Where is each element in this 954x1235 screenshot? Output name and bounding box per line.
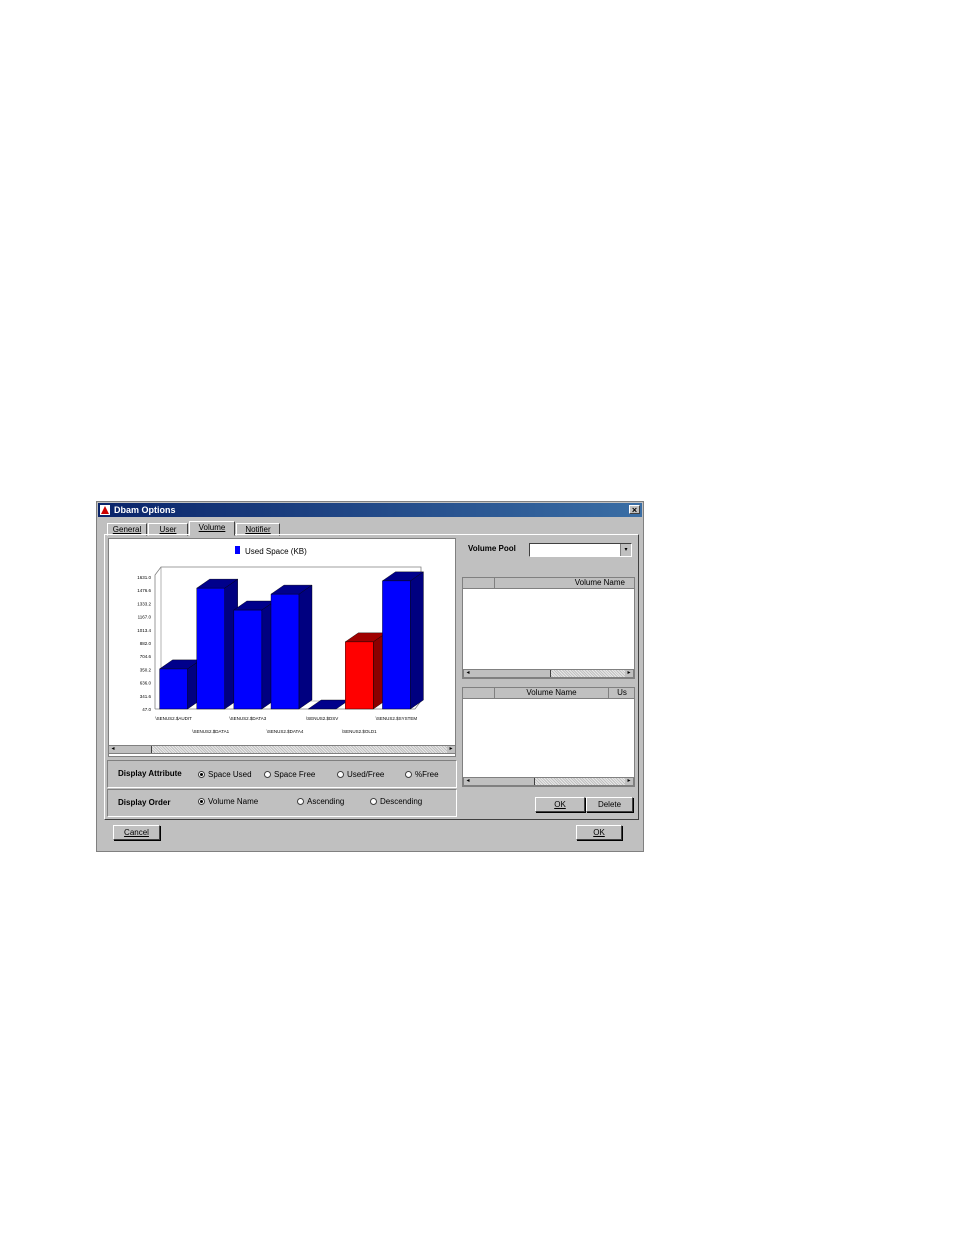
column-header-blank[interactable] (463, 688, 495, 698)
x-tick-label: \SENUS2.$DATA3 (229, 716, 266, 721)
volume-pool-value (530, 550, 532, 559)
volume-pool-select[interactable]: ▾ (529, 543, 632, 557)
ok-button[interactable]: OK (576, 825, 622, 840)
scroll-thumb[interactable] (472, 778, 535, 785)
x-tick-label: \SENUS2.$DATA4 (267, 729, 304, 734)
y-tick-label: 350.2 (140, 667, 152, 672)
legend-swatch (235, 546, 240, 554)
close-button[interactable]: × (629, 505, 640, 515)
list-header: Volume Name Us (463, 688, 634, 699)
display-order-label: Display Order (118, 798, 171, 807)
y-tick-label: 882.0 (140, 641, 152, 646)
chart-scrollbar[interactable]: ◂ ▸ (108, 745, 456, 754)
bar (345, 641, 374, 710)
bar (382, 580, 411, 710)
display-order-group: Display Order Volume Name Ascending Desc… (107, 789, 457, 817)
y-tick-label: 47.0 (142, 707, 151, 712)
bar (196, 587, 225, 710)
radio-space-free[interactable]: Space Free (264, 770, 315, 779)
x-tick-label: \SENUS2.$DATA1 (192, 729, 229, 734)
chevron-down-icon[interactable]: ▾ (620, 544, 631, 556)
list1-scrollbar[interactable]: ◂ ▸ (463, 669, 634, 678)
radio-percent-free[interactable]: %Free (405, 770, 439, 779)
x-tick-label: \SENUS2.$DSV (306, 716, 338, 721)
cancel-button[interactable]: Cancel (113, 825, 160, 840)
app-icon (100, 505, 110, 515)
y-tick-label: 341.6 (140, 694, 152, 699)
column-header-volume-name[interactable]: Volume Name (495, 688, 609, 698)
scroll-thumb[interactable] (472, 670, 551, 677)
radio-volume-name[interactable]: Volume Name (198, 797, 258, 806)
scroll-left-icon[interactable]: ◂ (464, 670, 472, 677)
column-header-used[interactable]: Us (609, 688, 635, 698)
scroll-left-icon[interactable]: ◂ (464, 778, 472, 785)
scroll-thumb[interactable] (117, 746, 152, 753)
bar (233, 609, 263, 710)
used-space-chart: Used Space (KB) 47.0 341.6 636.0 350.2 704.6 8… (137, 546, 425, 734)
y-tick-label: 1013.4 (137, 628, 151, 633)
x-tick-label: \SENUS2.$OLD1 (342, 729, 377, 734)
y-tick-label: 1476.6 (137, 588, 151, 593)
bar (270, 593, 300, 710)
list2-scrollbar[interactable]: ◂ ▸ (463, 777, 634, 786)
window-title: Dbam Options (114, 505, 176, 515)
scroll-right-icon[interactable]: ▸ (447, 746, 455, 753)
y-tick-label: 704.6 (140, 654, 152, 659)
x-tick-label: \SENUS2.$SYSTEM (376, 716, 418, 721)
scroll-right-icon[interactable]: ▸ (625, 778, 633, 785)
y-tick-label: 1631.0 (137, 575, 151, 580)
legend-label: Used Space (KB) (245, 547, 307, 556)
column-header-blank[interactable] (463, 578, 495, 588)
bar (159, 668, 188, 710)
radio-descending[interactable]: Descending (370, 797, 422, 806)
display-attribute-label: Display Attribute (118, 769, 182, 778)
scroll-left-icon[interactable]: ◂ (109, 746, 117, 753)
radio-used-free[interactable]: Used/Free (337, 770, 384, 779)
x-tick-label: \SENUS2.$AUDIT (155, 716, 192, 721)
tab-volume[interactable]: Volume (189, 521, 235, 536)
y-tick-label: 636.0 (140, 681, 152, 686)
radio-space-used[interactable]: Space Used (198, 770, 252, 779)
y-tick-label: 1167.0 (138, 615, 152, 620)
list-header: Volume Name (463, 578, 634, 589)
title-bar[interactable]: Dbam Options × (98, 503, 642, 517)
display-attribute-group: Display Attribute Space Used Space Free … (107, 760, 457, 788)
delete-button[interactable]: Delete (586, 797, 633, 812)
bar-top (307, 699, 350, 710)
scroll-right-icon[interactable]: ▸ (625, 670, 633, 677)
column-header-volume-name[interactable]: Volume Name (495, 578, 635, 588)
volume-list-available[interactable]: Volume Name ◂ ▸ (462, 577, 635, 679)
chart-area: Used Space (KB) 47.0 341.6 636.0 350.2 704.6 8… (108, 538, 456, 757)
bar-side (298, 584, 313, 710)
volume-list-selected[interactable]: Volume Name Us ◂ ▸ (462, 687, 635, 787)
ok-small-button[interactable]: OK (535, 797, 585, 812)
bar-side (410, 571, 424, 710)
radio-ascending[interactable]: Ascending (297, 797, 344, 806)
y-tick-label: 1333.2 (137, 601, 151, 606)
volume-pool-label: Volume Pool (468, 544, 516, 553)
